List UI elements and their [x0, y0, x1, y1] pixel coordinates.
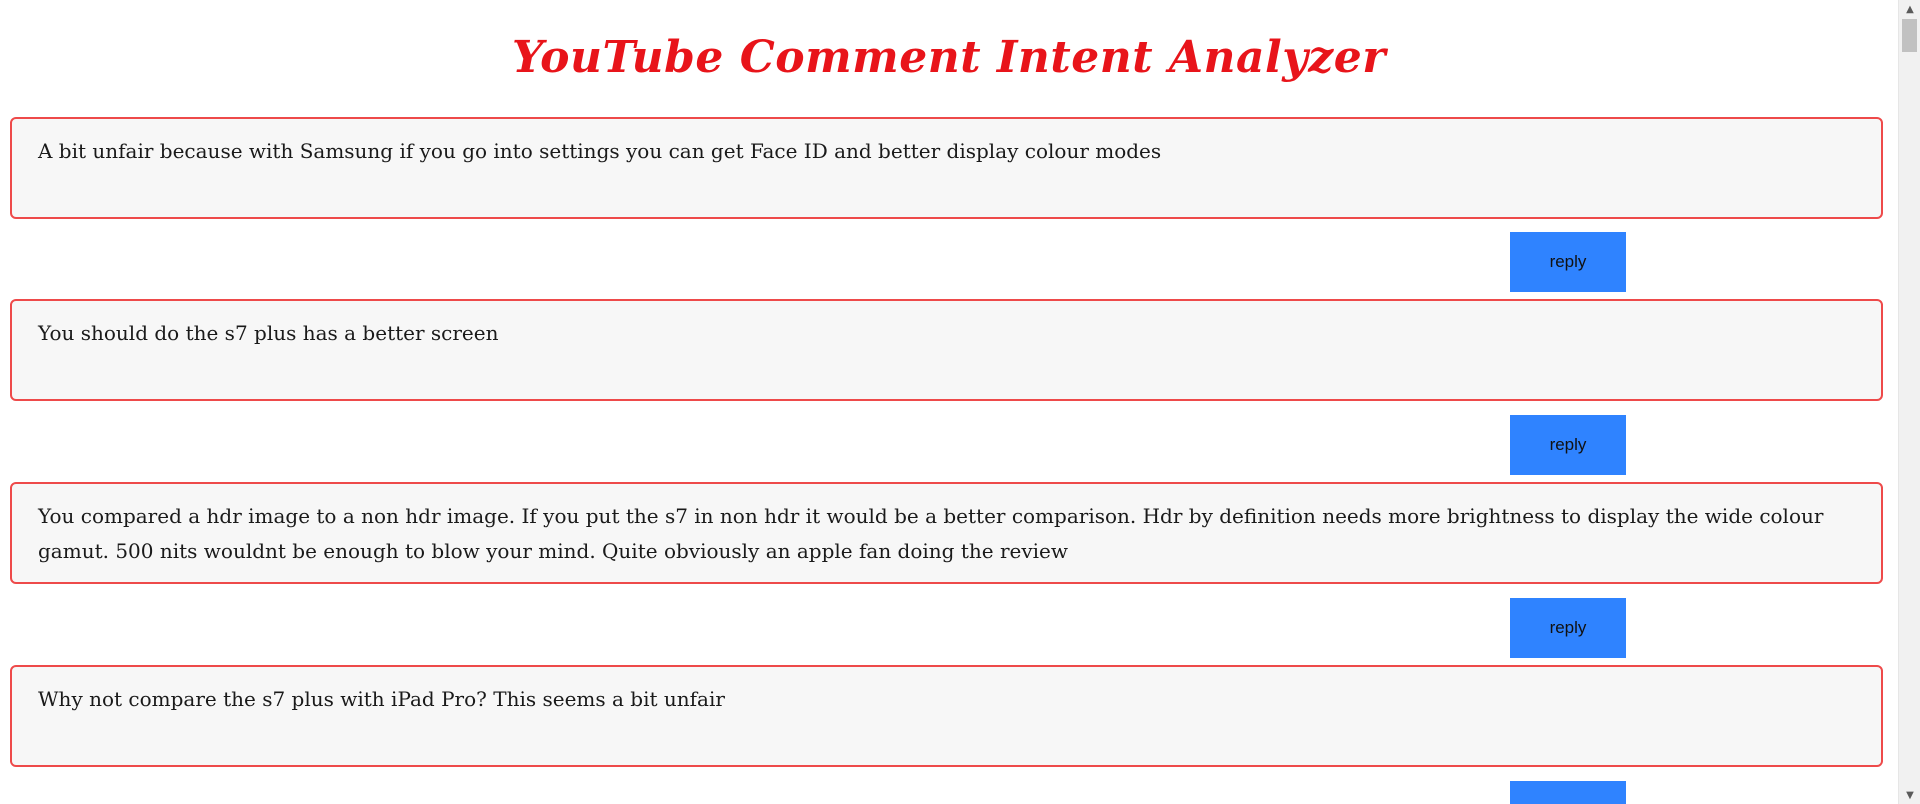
triangle-up-icon[interactable]: ▲ [1899, 0, 1920, 18]
scrollbar-thumb[interactable] [1902, 19, 1917, 52]
reply-button[interactable]: reply [1510, 232, 1626, 292]
page: YouTube Comment Intent Analyzer A bit un… [0, 0, 1920, 804]
reply-button[interactable]: reply [1510, 781, 1626, 804]
reply-button[interactable]: reply [1510, 415, 1626, 475]
comment-card: You should do the s7 plus has a better s… [10, 299, 1883, 401]
vertical-scrollbar[interactable]: ▲ ▼ [1898, 0, 1920, 804]
main-content: YouTube Comment Intent Analyzer A bit un… [0, 0, 1898, 804]
page-title: YouTube Comment Intent Analyzer [512, 32, 1386, 83]
comment-card: A bit unfair because with Samsung if you… [10, 117, 1883, 219]
triangle-down-icon[interactable]: ▼ [1899, 786, 1920, 804]
reply-button[interactable]: reply [1510, 598, 1626, 658]
comment-card: You compared a hdr image to a non hdr im… [10, 482, 1883, 584]
comment-card: Why not compare the s7 plus with iPad Pr… [10, 665, 1883, 767]
